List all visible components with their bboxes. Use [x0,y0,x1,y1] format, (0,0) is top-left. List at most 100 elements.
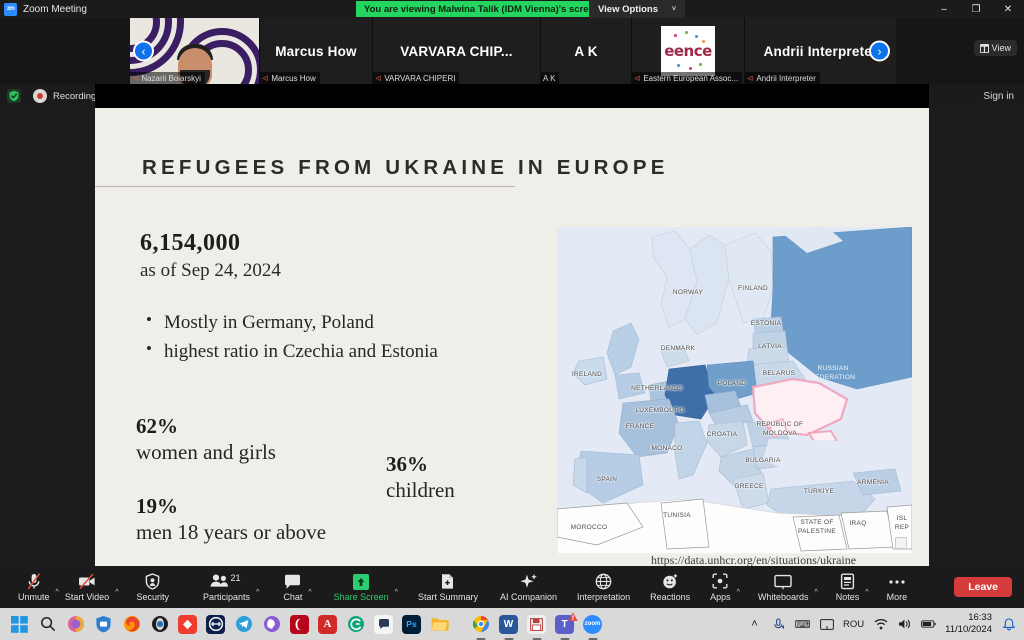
ai-companion-button[interactable]: AI Companion [496,566,561,608]
devices-icon[interactable] [374,614,393,634]
windows-security-icon[interactable] [94,615,113,634]
stat-women-and-girls: 62% women and girls [136,413,276,466]
participant-tile-marcus-how[interactable]: Marcus How ⏿ Marcus How [260,18,373,84]
zoom-meeting-toolbar: Unmute ^ Start Video ^ Security 21 Parti… [0,566,1024,608]
opera-gx-icon[interactable] [150,615,169,634]
grid-icon [979,43,989,53]
leave-button[interactable]: Leave [954,577,1012,597]
participants-count: 21 [230,572,241,583]
apps-caret[interactable]: ^ [735,589,742,596]
opera-icon[interactable] [290,614,309,634]
microphone-icon[interactable] [771,617,786,632]
participants-label: Participants [203,591,251,602]
share-screen-caret[interactable]: ^ [393,589,400,596]
start-summary-button[interactable]: Start Summary [414,566,482,608]
save-app-icon[interactable] [527,614,546,634]
teamviewer-icon[interactable] [206,614,225,634]
notes-caret[interactable]: ^ [863,589,870,596]
wifi-icon[interactable] [873,617,888,632]
photoshop-icon[interactable]: Ps [402,614,421,634]
volume-icon[interactable] [897,617,912,632]
clock[interactable]: 16:33 11/10/2024 [945,612,992,636]
map-label-tunisia: TUNISIA [663,512,691,519]
participant-tile-a-k[interactable]: A K A K [541,18,632,84]
view-options-label: View Options [598,3,659,15]
participant-name: Eastern European Assoc... [643,73,739,83]
chrome-icon[interactable] [471,615,490,634]
telegram-icon[interactable] [234,615,253,634]
whiteboards-caret[interactable]: ^ [812,589,819,596]
close-button[interactable]: ✕ [992,0,1024,18]
search-button[interactable] [38,615,57,634]
participant-display-name: VARVARA CHIP... [400,43,513,59]
viber-icon[interactable] [262,615,281,634]
view-layout-button[interactable]: View [973,40,1017,56]
anydesk-icon[interactable] [178,614,197,634]
map-label-croatia: CROATIA [706,431,738,438]
sign-in-button[interactable]: Sign in [983,91,1014,102]
participant-tile-eastern-european-association[interactable]: eence ⏿ Eastern European Assoc... [632,18,745,84]
minimize-button[interactable]: – [928,0,960,18]
list-item: Mostly in Germany, Poland [142,307,438,337]
share-screen-button[interactable]: Share Screen [330,566,393,608]
word-icon[interactable]: W [499,614,518,634]
start-button[interactable] [10,615,29,634]
reactions-button[interactable]: Reactions [646,566,694,608]
shield-check-icon[interactable] [7,89,21,103]
copilot-icon[interactable] [66,615,85,634]
recording-dot-icon [33,89,47,103]
participant-display-name: Marcus How [275,43,357,59]
touchpad-icon[interactable] [819,617,834,632]
presentation-slide: REFUGEES FROM UKRAINE IN EUROPE 6,154,00… [95,108,929,567]
participants-caret[interactable]: ^ [254,589,261,596]
participant-name: VARVARA CHIPERI [384,73,456,83]
europe-refugee-map[interactable]: NORWAY FINLAND ESTONIA LATVIA DENMARK IR… [557,227,912,554]
clock-time: 16:33 [968,612,992,624]
adobe-acrobat-icon[interactable]: A [318,614,337,634]
notes-button[interactable]: Notes [832,566,864,608]
filmstrip-next-button[interactable]: › [869,40,890,62]
battery-icon[interactable] [921,617,936,632]
grammarly-icon[interactable] [346,615,365,634]
participant-name-label: ⏿ Eastern European Assoc... [632,72,743,84]
filmstrip-tiles: ⏿ Nazarii Boiarskyi Marcus How ⏿ Marcus … [130,18,896,84]
map-label-latvia: LATVIA [758,343,782,350]
participant-name: A K [543,73,556,83]
security-button[interactable]: Security [132,566,173,608]
start-video-button[interactable]: Start Video [61,566,113,608]
participants-button[interactable]: 21 Participants [199,566,254,608]
security-label: Security [136,591,169,602]
participant-display-name: Andrii Interpreter [763,43,878,59]
map-label-estonia: ESTONIA [750,320,782,327]
microsoft-teams-icon[interactable]: T [555,611,578,634]
participant-tile-varvara-chiperi[interactable]: VARVARA CHIP... ⏿ VARVARA CHIPERI [373,18,541,84]
more-button[interactable]: More [883,566,912,608]
notes-icon [840,573,855,590]
whiteboards-button[interactable]: Whiteboards [754,566,813,608]
zoom-taskbar-icon[interactable]: zoom [583,614,602,634]
file-explorer-icon[interactable] [430,615,449,634]
interpretation-button[interactable]: Interpretation [573,566,634,608]
unmute-button[interactable]: Unmute [14,566,54,608]
maximize-button[interactable]: ❐ [960,0,992,18]
stat-percent: 36% [386,452,428,476]
share-screen-label: Share Screen [333,591,389,602]
language-indicator[interactable]: ROU [843,619,864,630]
chat-button[interactable]: Chat [279,566,306,608]
apps-label: Apps [710,591,731,602]
filmstrip-prev-button[interactable]: ‹ [133,40,154,62]
tray-chevron-icon[interactable]: ˄ [747,617,762,632]
notification-bell-icon[interactable] [1001,617,1016,632]
keyboard-icon[interactable]: ⌨ [795,617,811,632]
list-item: highest ratio in Czechia and Estonia [142,336,438,366]
map-zoom-control[interactable] [895,537,907,549]
view-options-button[interactable]: View Options ˅ [589,0,686,18]
more-label: More [886,591,908,602]
apps-button[interactable]: Apps [706,566,735,608]
video-options-caret[interactable]: ^ [113,589,120,596]
audio-options-caret[interactable]: ^ [54,589,61,596]
firefox-icon[interactable] [122,615,141,634]
map-label-monaco: MONACO [651,445,683,452]
system-tray: ˄ ⌨ ROU 16:33 11/10/2024 [747,608,1016,640]
chat-caret[interactable]: ^ [306,589,313,596]
